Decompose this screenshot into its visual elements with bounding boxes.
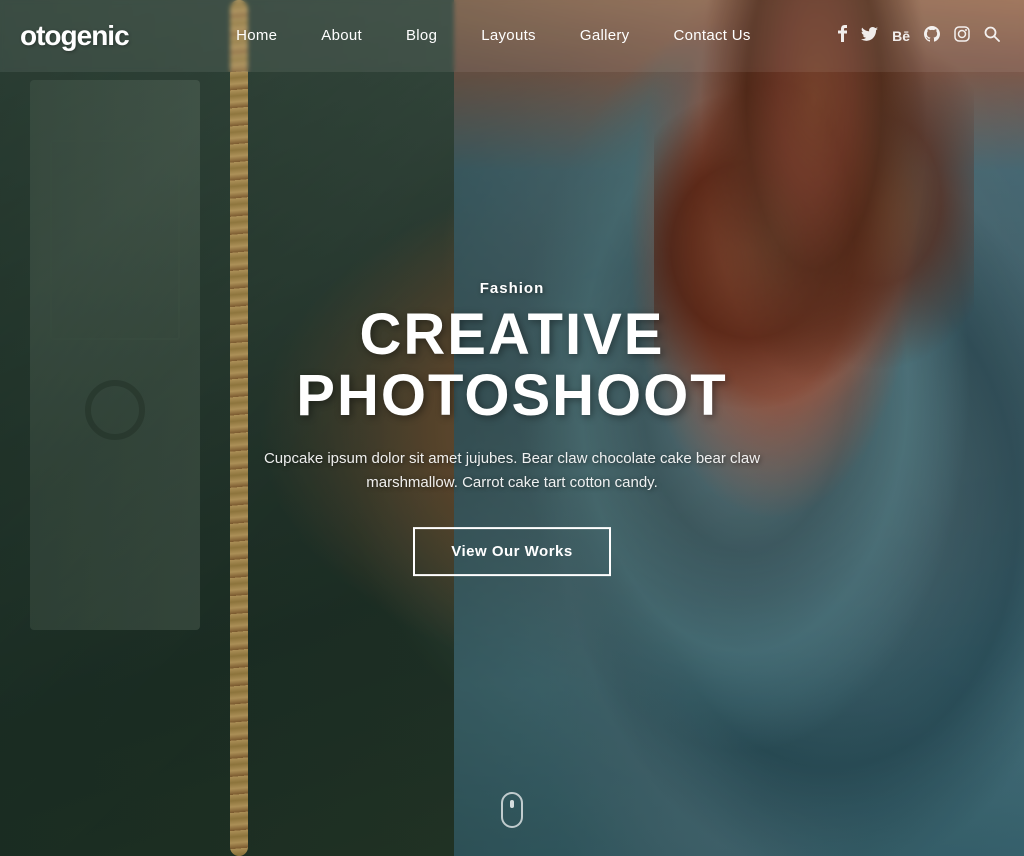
nav-item-layouts[interactable]: Layouts xyxy=(459,27,558,45)
twitter-icon[interactable] xyxy=(861,27,878,46)
nav-links: Home About Blog Layouts Gallery Contact … xyxy=(214,27,773,45)
nav-item-contact[interactable]: Contact Us xyxy=(651,27,772,45)
nav-item-gallery[interactable]: Gallery xyxy=(558,27,652,45)
nav-link-about[interactable]: About xyxy=(299,27,384,44)
hero-content: Fashion CREATIVE PHOTOSHOOT Cupcake ipsu… xyxy=(212,280,812,576)
scroll-dot xyxy=(510,800,514,808)
social-icons: Bē xyxy=(838,25,1000,47)
nav-link-layouts[interactable]: Layouts xyxy=(459,27,558,44)
hero-category: Fashion xyxy=(212,280,812,297)
nav-item-about[interactable]: About xyxy=(299,27,384,45)
behance-icon[interactable]: Bē xyxy=(892,28,910,44)
scroll-indicator xyxy=(501,792,523,828)
nav-item-blog[interactable]: Blog xyxy=(384,27,459,45)
scroll-mouse xyxy=(501,792,523,828)
search-icon[interactable] xyxy=(984,26,1000,47)
nav-item-home[interactable]: Home xyxy=(214,27,299,45)
hero-section: otogenic Home About Blog Layouts Gallery… xyxy=(0,0,1024,856)
nav-link-blog[interactable]: Blog xyxy=(384,27,459,44)
cta-button[interactable]: View Our Works xyxy=(413,527,611,576)
brand-logo[interactable]: otogenic xyxy=(0,20,149,52)
github-icon[interactable] xyxy=(924,26,940,47)
facebook-icon[interactable] xyxy=(838,25,847,47)
nav-link-home[interactable]: Home xyxy=(214,27,299,44)
hero-title: CREATIVE PHOTOSHOOT xyxy=(212,305,812,427)
instagram-icon[interactable] xyxy=(954,26,970,47)
nav-link-gallery[interactable]: Gallery xyxy=(558,27,652,44)
navbar: otogenic Home About Blog Layouts Gallery… xyxy=(0,0,1024,72)
hero-description: Cupcake ipsum dolor sit amet jujubes. Be… xyxy=(252,447,772,495)
nav-link-contact[interactable]: Contact Us xyxy=(651,27,772,44)
